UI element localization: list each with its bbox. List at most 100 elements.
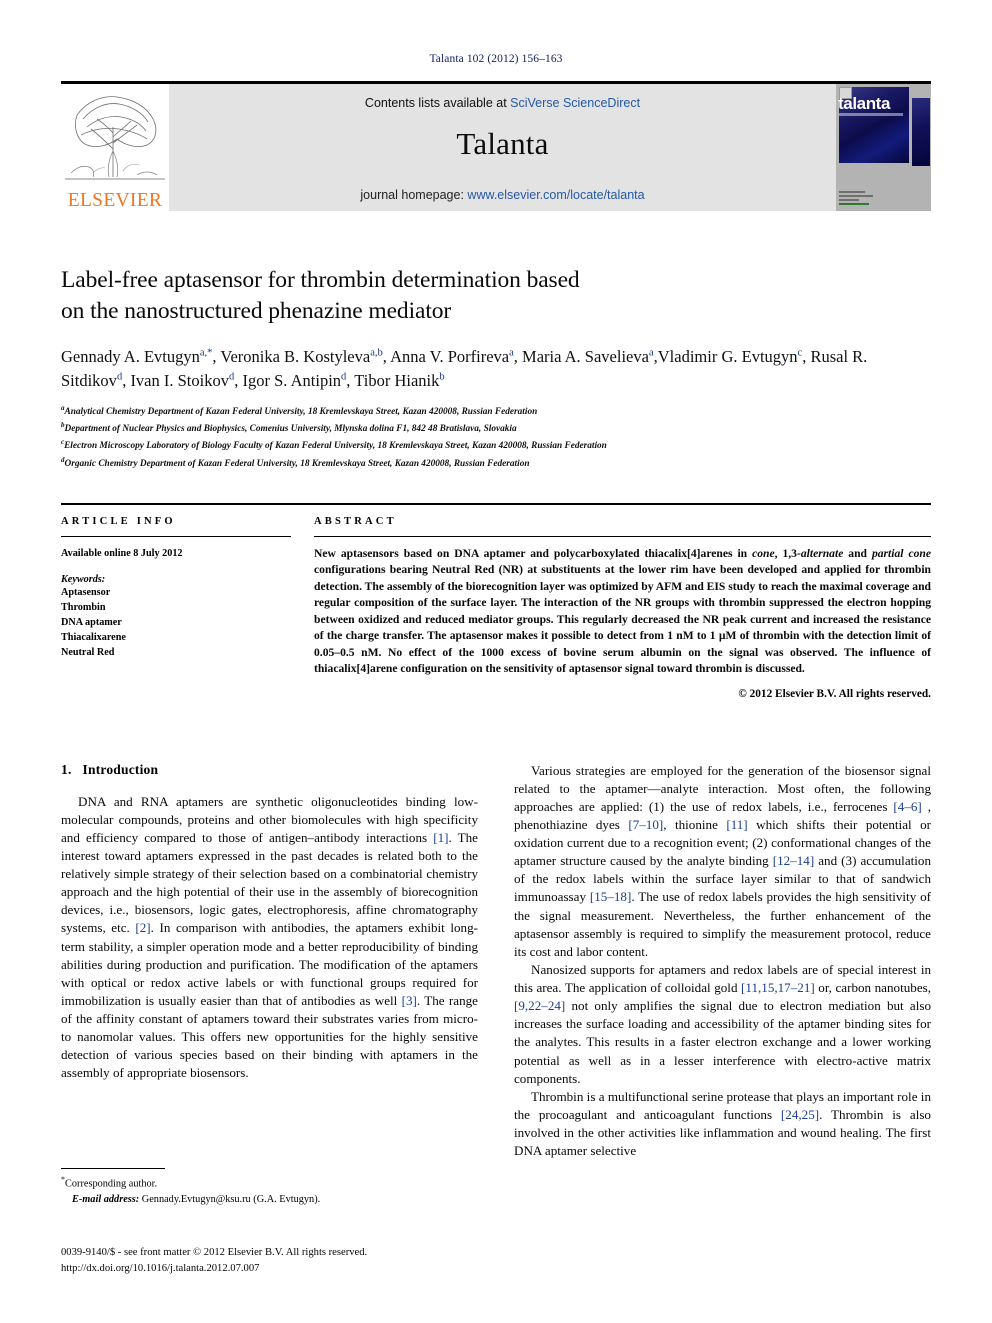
masthead-center: Contents lists available at SciVerse Sci… (169, 84, 836, 211)
journal-title: Talanta (456, 126, 549, 161)
keywords-label: Keywords: (61, 574, 106, 586)
citation-reference[interactable]: [9,22–24] (514, 998, 565, 1013)
citation-reference[interactable]: [2] (135, 920, 150, 935)
title-line-1: Label-free aptasensor for thrombin deter… (61, 267, 580, 293)
elsevier-wordmark: ELSEVIER (67, 189, 163, 211)
cover-title-text: talanta (838, 94, 890, 113)
citation-reference[interactable]: [7–10] (628, 817, 663, 832)
body-column-right: Various strategies are employed for the … (514, 762, 931, 1161)
author-affiliation-marker: a,b (370, 347, 383, 358)
paper-title: Label-free aptasensor for thrombin deter… (61, 265, 931, 328)
citation-reference[interactable]: [11,15,17–21] (741, 980, 815, 995)
issn-copyright-line: 0039-9140/$ - see front matter © 2012 El… (61, 1247, 368, 1258)
email-note: E-mail address: Gennady.Evtugyn@ksu.ru (… (61, 1192, 478, 1207)
abstract-italic-cone: cone (752, 546, 775, 560)
citation-reference[interactable]: [11] (726, 817, 747, 832)
cover-subtitle-rule (839, 113, 903, 116)
corresponding-author-text: Corresponding author. (65, 1178, 158, 1190)
article-info-column: ARTICLE INFO Available online 8 July 201… (61, 516, 291, 700)
author-affiliation-marker: a,* (199, 347, 213, 358)
keyword-item: Neutral Red (61, 646, 115, 658)
author-name: Veronika B. Kostyleva (220, 346, 371, 366)
title-block: Label-free aptasensor for thrombin deter… (61, 265, 931, 472)
journal-homepage-link[interactable]: www.elsevier.com/locate/talanta (467, 188, 644, 202)
author-name: Tibor Hianik (354, 371, 440, 391)
elsevier-logo: ELSEVIER (61, 84, 169, 211)
journal-masthead: ELSEVIER Contents lists available at Sci… (61, 81, 931, 211)
affiliation-entry: cElectron Microscopy Laboratory of Biolo… (61, 437, 931, 454)
body-column-left: 1. Introduction DNA and RNA aptamers are … (61, 762, 478, 1161)
affiliation-text: Department of Nuclear Physics and Biophy… (64, 424, 517, 435)
abstract-italic-alternate: alternate (800, 546, 844, 560)
body-paragraph: Various strategies are employed for the … (514, 762, 932, 959)
affiliation-entry: aAnalytical Chemistry Department of Kaza… (61, 403, 931, 420)
citation-reference[interactable]: [12–14] (773, 853, 814, 868)
doi-line[interactable]: http://dx.doi.org/10.1016/j.talanta.2012… (61, 1261, 367, 1277)
author-name: Igor S. Antipin (242, 371, 342, 391)
body-paragraph: Nanosized supports for aptamers and redo… (514, 961, 931, 1086)
keyword-item: Thiacalixarene (61, 631, 126, 643)
paper-page: Talanta 102 (2012) 156–163 ELSEVIER Cont… (0, 0, 992, 1323)
author-name: Ivan I. Stoikov (130, 371, 229, 391)
abstract-column: ABSTRACT New aptasensors based on DNA ap… (314, 516, 931, 700)
info-abstract-block: ARTICLE INFO Available online 8 July 201… (61, 502, 931, 700)
email-address[interactable]: Gennady.Evtugyn@ksu.ru (G.A. Evtugyn). (142, 1194, 320, 1205)
contents-prefix: Contents lists available at (364, 96, 511, 110)
section-heading-introduction: 1. Introduction (61, 762, 478, 778)
citation-reference[interactable]: [1] (433, 830, 448, 845)
abstract-divider (314, 535, 931, 537)
cover-spine (912, 98, 930, 166)
citation-reference[interactable]: [15–18] (590, 889, 631, 904)
intro-left-paragraphs: DNA and RNA aptamers are synthetic oligo… (61, 793, 478, 1083)
homepage-prefix: journal homepage: (360, 188, 468, 202)
keyword-item: Thrombin (61, 602, 106, 614)
contents-available-line: Contents lists available at SciVerse Sci… (169, 84, 836, 110)
citation-reference[interactable]: [3] (402, 993, 417, 1008)
abstract-copyright: © 2012 Elsevier B.V. All rights reserved… (738, 687, 931, 700)
abstract-part-2: , 1,3- (774, 546, 801, 560)
intro-right-paragraphs: Various strategies are employed for the … (514, 762, 931, 1161)
body-columns: 1. Introduction DNA and RNA aptamers are … (61, 762, 931, 1161)
affiliation-text: Organic Chemistry Department of Kazan Fe… (64, 458, 530, 469)
affiliation-entry: dOrganic Chemistry Department of Kazan F… (61, 455, 931, 472)
abstract-italic-partial-cone: partial cone (871, 546, 931, 560)
affiliation-text: Electron Microscopy Laboratory of Biolog… (64, 441, 607, 452)
body-paragraph: DNA and RNA aptamers are synthetic oligo… (61, 793, 478, 1081)
citation-reference[interactable]: [24,25] (781, 1107, 819, 1122)
imprint-block: 0039-9140/$ - see front matter © 2012 El… (61, 1245, 367, 1277)
author-separator: , (513, 346, 523, 366)
journal-cover-thumbnail: talanta (836, 84, 931, 211)
keywords-list: Aptasensor Thrombin DNA aptamer Thiacalixar… (61, 586, 291, 660)
running-head: Talanta 102 (2012) 156–163 (429, 53, 563, 65)
author-separator: , (382, 346, 391, 366)
journal-homepage-line: journal homepage: www.elsevier.com/locat… (169, 188, 836, 202)
title-line-2: on the nanostructured phenazine mediator (61, 298, 452, 325)
footnote-rule (61, 1168, 165, 1169)
keyword-item: DNA aptamer (61, 617, 122, 629)
email-label: E-mail address: (72, 1193, 140, 1205)
abstract-part-3: and (843, 546, 872, 560)
article-history: Available online 8 July 2012 (61, 547, 183, 559)
author-affiliation-marker: b (439, 371, 445, 383)
abstract-part-4: configurations bearing Neutral Red (NR) … (314, 563, 931, 676)
author-name: Gennady A. Evtugyn (61, 346, 200, 366)
abstract-part-1: New aptasensors based on DNA aptamer and… (314, 546, 753, 560)
article-info-heading: ARTICLE INFO (61, 515, 176, 527)
article-info-divider (61, 535, 291, 537)
cover-footer-lines (839, 191, 927, 207)
affiliation-list: aAnalytical Chemistry Department of Kaza… (61, 403, 931, 472)
citation-reference[interactable]: [4–6] (893, 799, 921, 814)
abstract-text: New aptasensors based on DNA aptamer and… (314, 546, 931, 678)
body-paragraph: Thrombin is a multifunctional serine pro… (514, 1088, 931, 1159)
corresponding-author-note: *Corresponding author. (61, 1174, 478, 1192)
elsevier-tree-icon (65, 96, 165, 180)
author-name: Anna V. Porfireva (390, 346, 510, 366)
affiliation-entry: bDepartment of Nuclear Physics and Bioph… (61, 420, 931, 437)
sciencedirect-link[interactable]: SciVerse ScienceDirect (510, 96, 640, 110)
section-number: 1. (61, 761, 72, 777)
affiliation-text: Analytical Chemistry Department of Kazan… (64, 407, 538, 418)
author-name: Maria A. Savelieva (522, 346, 649, 366)
section-title: Introduction (82, 761, 159, 777)
keyword-item: Aptasensor (61, 587, 111, 599)
abstract-heading: ABSTRACT (314, 515, 397, 527)
